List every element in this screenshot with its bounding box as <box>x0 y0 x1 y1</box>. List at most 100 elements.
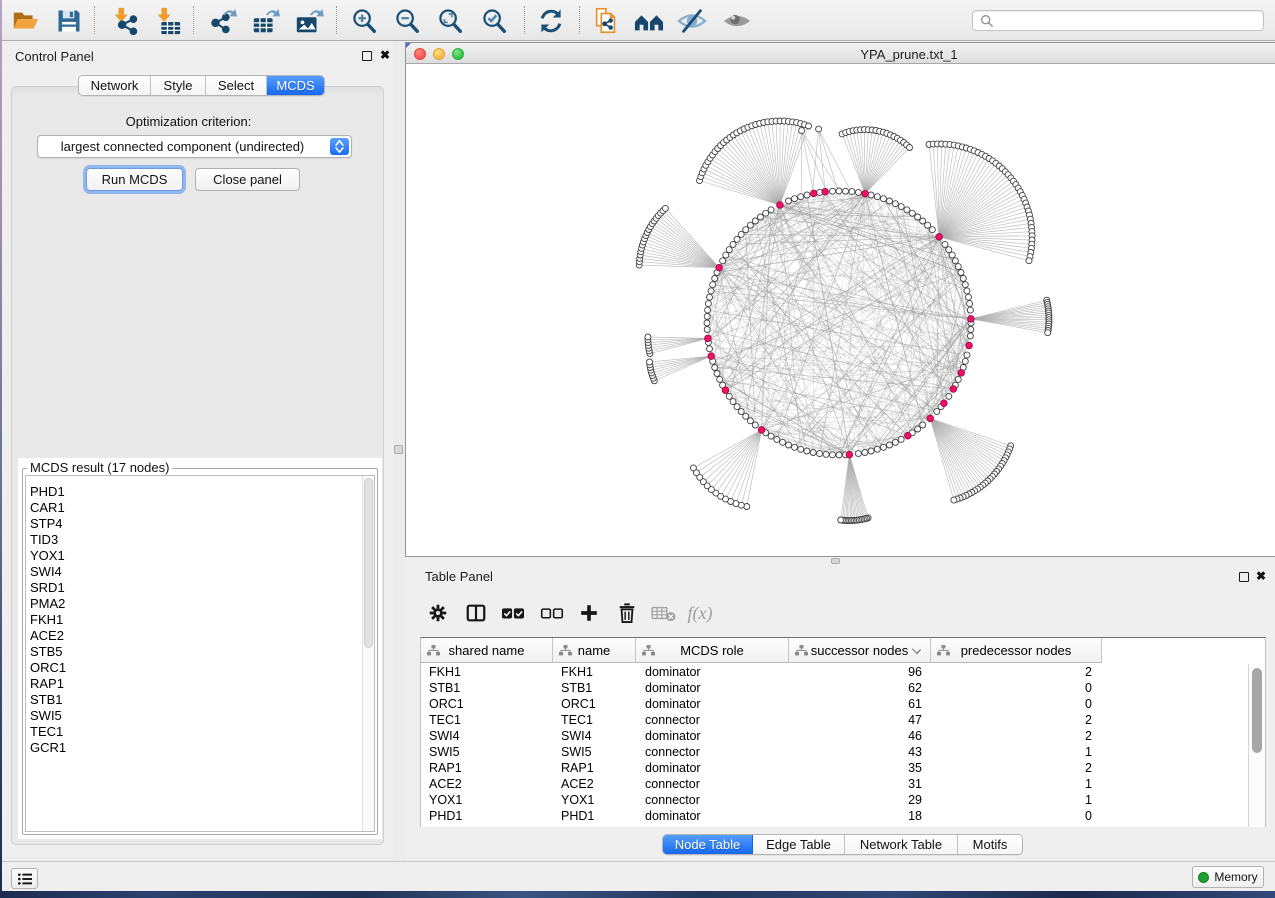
result-node[interactable]: PHD1 <box>26 484 374 500</box>
tab-node-table[interactable]: Node Table <box>663 835 753 854</box>
result-node[interactable]: ORC1 <box>26 660 374 676</box>
node-table: shared namename MCDS role successor nodesp… <box>420 637 1266 827</box>
search-input[interactable] <box>972 10 1264 31</box>
cell-shared-name: STB1 <box>429 680 460 696</box>
active-frame-corner <box>406 43 411 48</box>
cell-successor-nodes: 62 <box>908 680 922 696</box>
cell-successor-nodes: 43 <box>908 744 922 760</box>
import-table-icon <box>152 6 182 36</box>
result-node[interactable]: RAP1 <box>26 676 374 692</box>
delete-table-button[interactable] <box>651 600 677 626</box>
float-window-icon[interactable] <box>362 51 372 61</box>
window-close-button[interactable] <box>414 48 426 60</box>
float-window-icon[interactable] <box>1239 572 1249 582</box>
tab-edge-table[interactable]: Edge Table <box>753 835 845 854</box>
export-network-button[interactable] <box>206 4 240 37</box>
create-column-button[interactable] <box>576 600 602 626</box>
result-node[interactable]: YOX1 <box>26 548 374 564</box>
result-node[interactable]: TID3 <box>26 532 374 548</box>
table-row[interactable]: PHD1PHD1dominator180 <box>421 808 1248 824</box>
table-panel-tabs: Node TableEdge TableNetwork TableMotifs <box>662 834 1023 855</box>
result-node[interactable]: SRD1 <box>26 580 374 596</box>
result-node[interactable]: GCR1 <box>26 740 374 756</box>
show-column-panel-button[interactable] <box>463 600 489 626</box>
zoom-selected-button[interactable] <box>477 4 511 37</box>
result-node[interactable]: ACE2 <box>26 628 374 644</box>
memory-button[interactable]: Memory <box>1192 866 1264 888</box>
table-scrollbar[interactable] <box>1248 664 1265 827</box>
table-row[interactable]: ACE2ACE2connector311 <box>421 776 1248 792</box>
tab-network[interactable]: Network <box>79 76 151 95</box>
result-node[interactable]: STP4 <box>26 516 374 532</box>
eye-icon <box>721 6 753 36</box>
network-canvas[interactable] <box>406 64 1275 556</box>
criterion-select[interactable]: largest connected component (undirected) <box>37 135 352 158</box>
window-minimize-button[interactable] <box>433 48 445 60</box>
column-header-predecessor-nodes[interactable]: predecessor nodes <box>931 638 1102 663</box>
table-row[interactable]: TEC1TEC1connector472 <box>421 712 1248 728</box>
horizontal-splitter-handle[interactable] <box>831 558 840 564</box>
table-row[interactable]: ORC1ORC1dominator610 <box>421 696 1248 712</box>
tab-select[interactable]: Select <box>206 76 267 95</box>
zoom-in-button[interactable] <box>347 4 381 37</box>
table-row[interactable]: YOX1YOX1connector291 <box>421 792 1248 808</box>
network-window-titlebar[interactable]: YPA_prune.txt_1 <box>406 43 1275 64</box>
zoom-fit-button[interactable] <box>433 4 467 37</box>
close-panel-button[interactable]: Close panel <box>195 168 300 191</box>
column-header-MCDS-role[interactable]: MCDS role <box>636 638 789 663</box>
result-node[interactable]: TEC1 <box>26 724 374 740</box>
vertical-splitter[interactable] <box>393 41 405 861</box>
open-file-button[interactable] <box>9 4 43 37</box>
import-network-button[interactable] <box>107 4 141 37</box>
cell-MCDS-role: dominator <box>645 696 701 712</box>
vertical-splitter-handle[interactable] <box>394 445 403 454</box>
close-icon[interactable]: ✖ <box>1256 571 1266 581</box>
new-network-from-selection-button[interactable] <box>589 4 623 37</box>
result-scrollbar-thumb[interactable] <box>364 478 373 648</box>
hide-selected-button[interactable] <box>675 4 709 37</box>
show-all-button[interactable] <box>720 4 754 37</box>
result-node[interactable]: FKH1 <box>26 612 374 628</box>
export-image-button[interactable] <box>292 4 326 37</box>
result-scrollbar[interactable] <box>362 476 374 831</box>
panel-menu-button[interactable] <box>11 868 38 889</box>
export-table-button[interactable] <box>249 4 283 37</box>
select-all-columns-button[interactable] <box>500 600 526 626</box>
cell-MCDS-role: connector <box>645 744 700 760</box>
unselect-all-columns-button[interactable] <box>539 600 565 626</box>
cell-predecessor-nodes: 2 <box>1085 728 1092 744</box>
result-node[interactable]: STB1 <box>26 692 374 708</box>
table-settings-button[interactable] <box>425 600 451 626</box>
close-icon[interactable]: ✖ <box>380 50 390 60</box>
table-row[interactable]: STB1STB1dominator620 <box>421 680 1248 696</box>
column-header-name[interactable]: name <box>553 638 636 663</box>
table-scrollbar-thumb[interactable] <box>1252 668 1262 753</box>
tab-motifs[interactable]: Motifs <box>958 835 1022 854</box>
table-row[interactable]: SWI5SWI5connector431 <box>421 744 1248 760</box>
column-header-shared-name[interactable]: shared name <box>421 638 553 663</box>
tab-mcds[interactable]: MCDS <box>267 76 324 95</box>
mcds-result-list[interactable]: PHD1CAR1STP4TID3YOX1SWI4SRD1PMA2FKH1ACE2… <box>25 475 375 832</box>
delete-column-button[interactable] <box>614 600 640 626</box>
result-node[interactable]: STB5 <box>26 644 374 660</box>
result-node[interactable]: CAR1 <box>26 500 374 516</box>
table-row[interactable]: FKH1FKH1dominator962 <box>421 664 1248 680</box>
result-node[interactable]: SWI4 <box>26 564 374 580</box>
table-row[interactable]: SWI4SWI4dominator462 <box>421 728 1248 744</box>
column-header-successor-nodes[interactable]: successor nodes <box>789 638 931 663</box>
result-node[interactable]: SWI5 <box>26 708 374 724</box>
save-session-button[interactable] <box>52 4 86 37</box>
tab-style[interactable]: Style <box>151 76 206 95</box>
table-row[interactable]: RAP1RAP1dominator352 <box>421 760 1248 776</box>
apply-layout-button[interactable] <box>534 4 568 37</box>
tab-network-table[interactable]: Network Table <box>845 835 958 854</box>
window-maximize-button[interactable] <box>452 48 464 60</box>
import-table-button[interactable] <box>150 4 184 37</box>
zoom-out-button[interactable] <box>390 4 424 37</box>
column-header-label: MCDS role <box>680 643 744 658</box>
result-node[interactable]: PMA2 <box>26 596 374 612</box>
cell-shared-name: PHD1 <box>429 808 462 824</box>
function-builder-button[interactable]: f(x) <box>687 600 713 626</box>
first-neighbors-button[interactable] <box>632 4 666 37</box>
run-mcds-button[interactable]: Run MCDS <box>86 168 183 191</box>
